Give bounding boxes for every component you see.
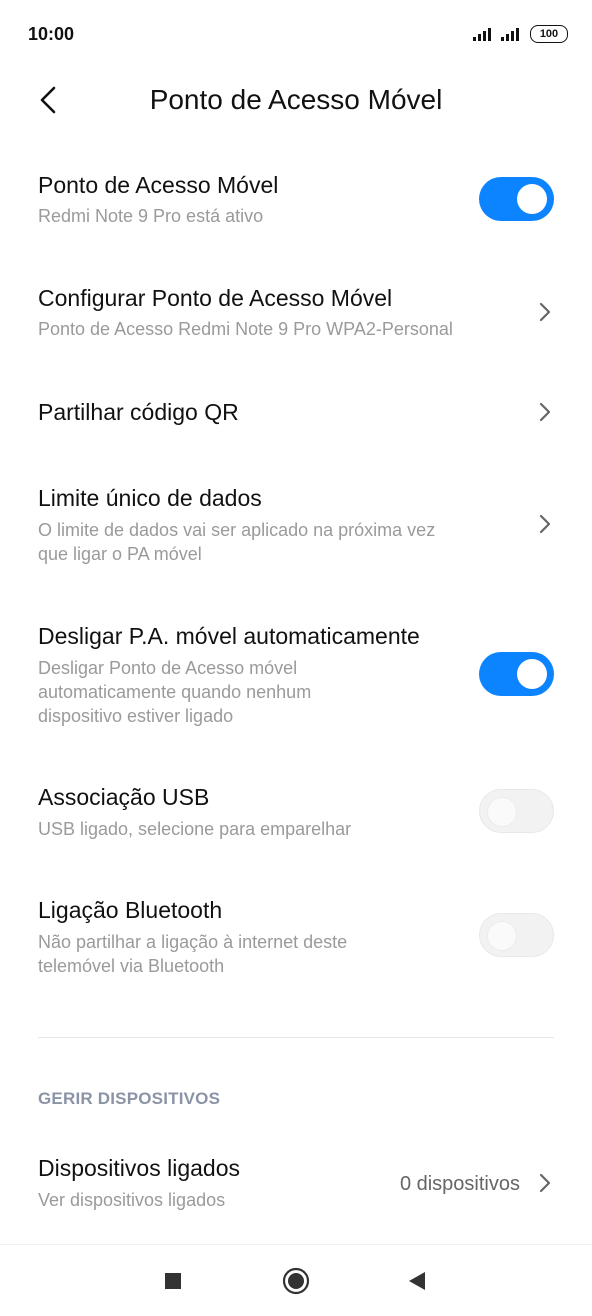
toggle-knob	[517, 184, 547, 214]
connected-devices-row[interactable]: Dispositivos ligados Ver dispositivos li…	[0, 1142, 592, 1222]
bluetooth-tethering-row[interactable]: Ligação Bluetooth Não partilhar a ligaçã…	[0, 882, 592, 982]
auto-off-subtitle-3: dispositivo estiver ligado	[38, 706, 234, 726]
chevron-right-icon	[539, 402, 551, 422]
connected-devices-title: Dispositivos ligados	[38, 1155, 240, 1181]
auto-off-subtitle-1: Desligar Ponto de Acesso móvel	[38, 658, 298, 678]
hotspot-toggle[interactable]	[479, 177, 554, 221]
status-icons: 100	[472, 25, 568, 43]
configure-subtitle: Ponto de Acesso Redmi Note 9 Pro WPA2-Pe…	[38, 319, 453, 339]
toggle-knob	[487, 921, 517, 951]
page-title: Ponto de Acesso Móvel	[149, 84, 443, 115]
bluetooth-subtitle-1: Não partilhar a ligação à internet deste	[38, 932, 348, 952]
data-limit-title: Limite único de dados	[38, 485, 262, 511]
data-limit-row[interactable]: Limite único de dados O limite de dados …	[0, 472, 592, 572]
home-button[interactable]	[280, 1265, 312, 1297]
signal-icon-2	[501, 28, 519, 41]
connected-devices-count: 0 dispositivos	[399, 1173, 520, 1195]
auto-off-subtitle-2: automaticamente quando nenhum	[38, 682, 312, 702]
navigation-bar	[0, 1244, 592, 1316]
share-qr-row[interactable]: Partilhar código QR	[0, 384, 592, 444]
hotspot-row[interactable]: Ponto de Acesso Móvel Redmi Note 9 Pro e…	[0, 160, 592, 240]
section-header: GERIR DISPOSITIVOS	[38, 1089, 221, 1108]
toggle-knob	[517, 659, 547, 689]
recents-square-icon	[165, 1273, 181, 1289]
bluetooth-toggle[interactable]	[479, 913, 554, 957]
configure-hotspot-row[interactable]: Configurar Ponto de Acesso Móvel Ponto d…	[0, 272, 592, 352]
back-nav-button[interactable]	[401, 1265, 433, 1297]
share-qr-title: Partilhar código QR	[38, 399, 239, 425]
auto-off-title: Desligar P.A. móvel automaticamente	[38, 623, 420, 649]
usb-tethering-row[interactable]: Associação USB USB ligado, selecione par…	[0, 770, 592, 850]
chevron-right-icon	[539, 302, 551, 322]
auto-off-toggle[interactable]	[479, 652, 554, 696]
hotspot-subtitle: Redmi Note 9 Pro está ativo	[38, 206, 264, 226]
recents-button[interactable]	[157, 1265, 189, 1297]
auto-off-row[interactable]: Desligar P.A. móvel automaticamente Desl…	[0, 610, 592, 735]
usb-title: Associação USB	[38, 784, 210, 810]
home-circle-icon	[282, 1267, 310, 1295]
bluetooth-title: Ligação Bluetooth	[38, 897, 223, 923]
usb-subtitle: USB ligado, selecione para emparelhar	[38, 819, 352, 839]
header: Ponto de Acesso Móvel	[0, 70, 592, 130]
configure-title: Configurar Ponto de Acesso Móvel	[38, 285, 393, 311]
connected-devices-subtitle: Ver dispositivos ligados	[38, 1190, 226, 1210]
back-triangle-icon	[409, 1272, 425, 1290]
divider	[38, 1037, 554, 1038]
chevron-right-icon	[539, 514, 551, 534]
status-time: 10:00	[28, 24, 75, 44]
bluetooth-subtitle-2: telemóvel via Bluetooth	[38, 956, 225, 976]
status-bar: 10:00 100	[0, 0, 592, 70]
battery-icon: 100	[530, 25, 568, 43]
usb-toggle[interactable]	[479, 789, 554, 833]
toggle-knob	[487, 797, 517, 827]
chevron-right-icon	[539, 1173, 551, 1193]
signal-icon-1	[473, 28, 491, 41]
data-limit-subtitle-2: que ligar o PA móvel	[38, 544, 202, 564]
hotspot-title: Ponto de Acesso Móvel	[38, 172, 279, 198]
data-limit-subtitle-1: O limite de dados vai ser aplicado na pr…	[38, 520, 436, 540]
